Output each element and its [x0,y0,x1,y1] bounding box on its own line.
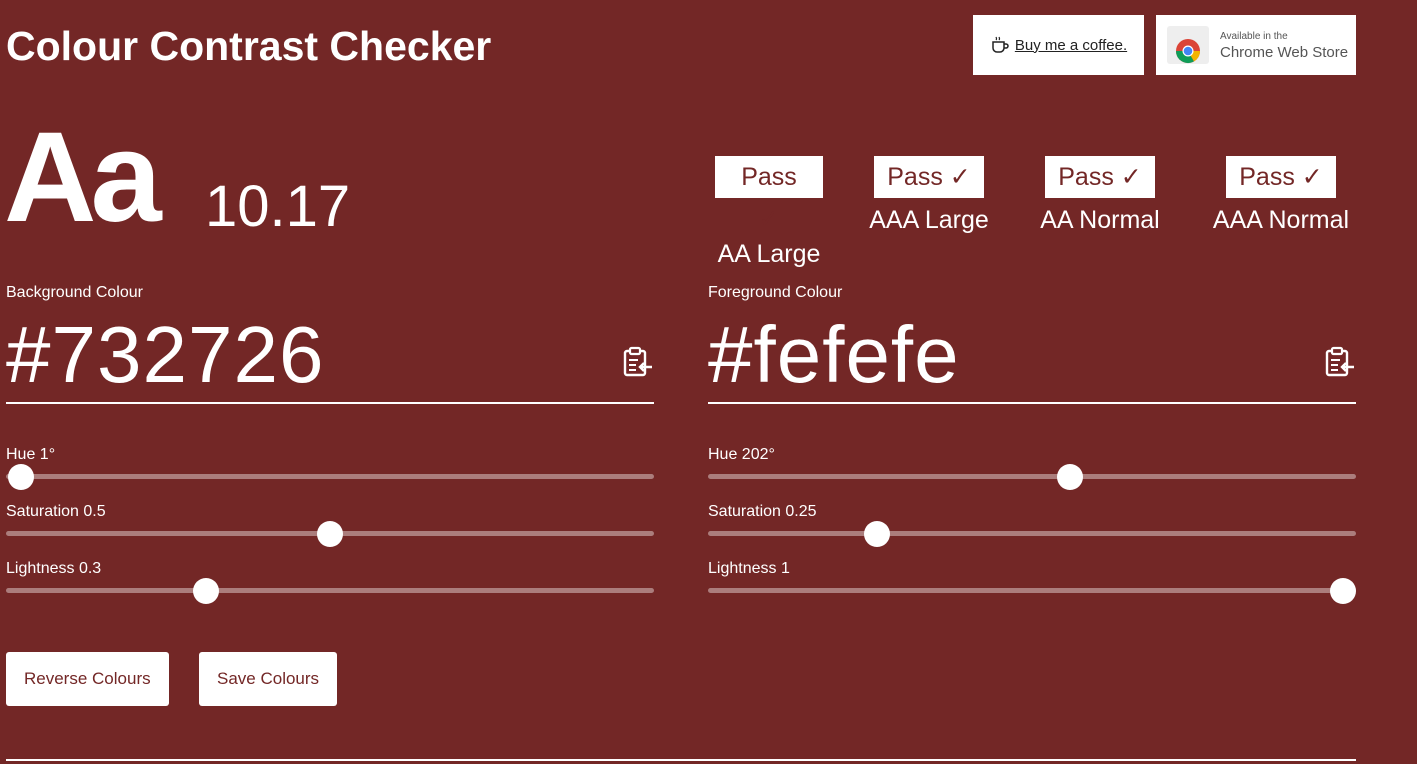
result-aaa-large: Pass ✓ AAA Large [865,156,993,235]
contrast-ratio: 10.17 [205,174,351,239]
result-aa-normal: Pass ✓ AA Normal [1034,156,1166,235]
foreground-colour-panel: Foreground Colour #fefefe Hue 202° Satur… [708,284,1356,617]
pass-badge: Pass ✓ [1045,156,1155,198]
coffee-label: Buy me a coffee. [1014,36,1128,54]
foreground-hue-slider[interactable]: Hue 202° [708,446,1356,503]
slider-thumb[interactable] [192,578,219,604]
coffee-cup-icon [992,36,1009,53]
divider [6,759,1356,761]
pass-badge: Pass ✓ [1226,156,1336,198]
page-title: Colour Contrast Checker [6,23,492,69]
result-label: AA Large [717,240,821,268]
foreground-saturation-label: Saturation 0.25 [708,503,817,520]
slider-thumb[interactable] [863,521,890,547]
pass-badge: Pass ✓ [874,156,984,198]
chrome-web-store-link[interactable]: Available in the Chrome Web Store [1156,15,1356,75]
background-saturation-label: Saturation 0.5 [6,503,106,520]
sample-text: Aa [4,106,162,249]
save-colours-button[interactable]: Save Colours [199,652,338,706]
background-lightness-label: Lightness 0.3 [6,560,102,577]
foreground-lightness-slider[interactable]: Lightness 1 [708,560,1356,617]
background-hex-value[interactable]: #732726 [6,312,324,398]
background-lightness-slider[interactable]: Lightness 0.3 [6,560,654,617]
foreground-hue-label: Hue 202° [708,446,775,463]
foreground-saturation-slider[interactable]: Saturation 0.25 [708,503,1356,560]
slider-track[interactable] [708,474,1356,479]
foreground-colour-label: Foreground Colour [708,284,843,301]
chrome-small-text: Available in the [1220,31,1288,42]
background-hue-slider[interactable]: Hue 1° [6,446,654,503]
foreground-hex-input[interactable]: #fefefe [708,312,1356,404]
slider-track[interactable] [6,474,654,479]
buy-coffee-link[interactable]: Buy me a coffee. [973,15,1144,75]
result-label: AAA Normal [1212,206,1350,234]
background-saturation-slider[interactable]: Saturation 0.5 [6,503,654,560]
slider-thumb[interactable] [1330,578,1356,604]
slider-thumb[interactable] [7,464,34,490]
background-hex-input[interactable]: #732726 [6,312,654,404]
background-hue-label: Hue 1° [6,446,56,463]
chrome-logo-icon [1167,26,1209,64]
slider-track[interactable] [708,588,1356,593]
slider-thumb[interactable] [317,521,343,547]
clipboard-paste-icon[interactable] [1324,346,1356,378]
result-aa-large: Pass ✓ AA Large [715,156,823,269]
result-label: AA Normal [1040,206,1160,234]
foreground-hex-value[interactable]: #fefefe [708,312,960,398]
slider-track[interactable] [708,531,1356,536]
result-label: AAA Large [869,206,989,234]
result-aaa-normal: Pass ✓ AAA Normal [1206,156,1356,235]
chrome-big-text: Chrome Web Store [1220,44,1349,61]
slider-track[interactable] [6,588,654,593]
background-colour-label: Background Colour [6,284,143,301]
pass-badge: Pass ✓ [715,156,823,233]
foreground-lightness-label: Lightness 1 [708,560,790,577]
reverse-colours-button[interactable]: Reverse Colours [6,652,169,706]
clipboard-paste-icon[interactable] [622,346,654,378]
background-colour-panel: Background Colour #732726 Hue 1° Saturat… [6,284,654,617]
slider-thumb[interactable] [1057,464,1083,490]
